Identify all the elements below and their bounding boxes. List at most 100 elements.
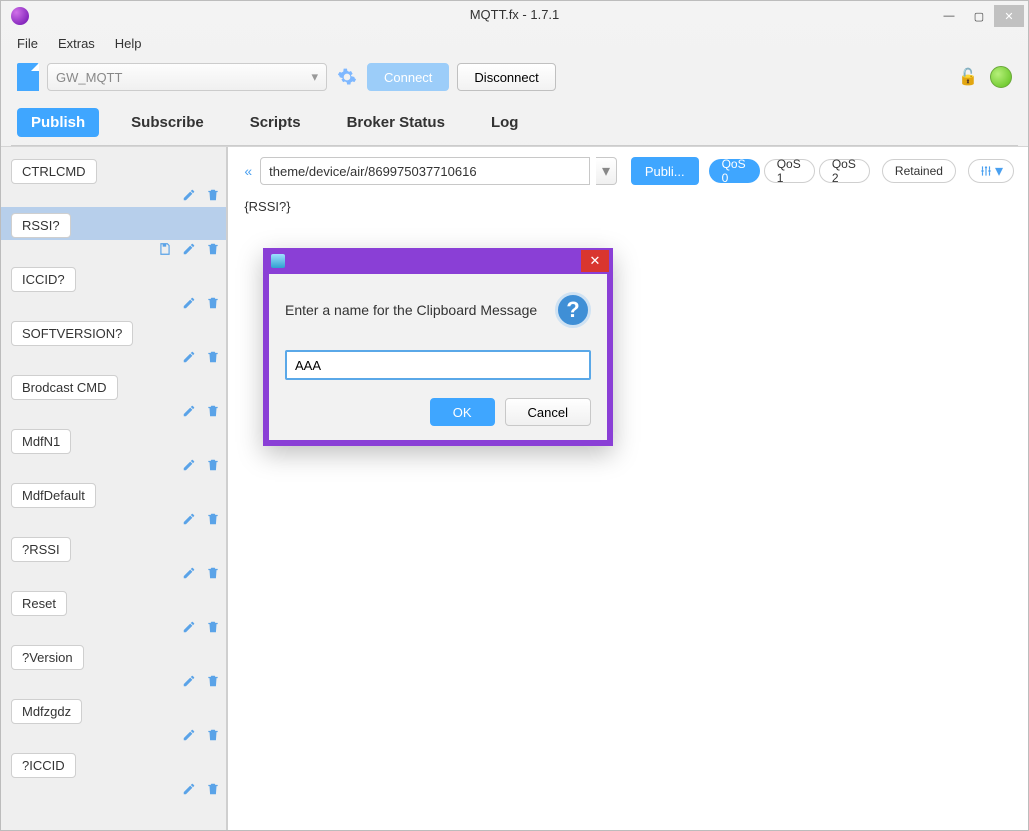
connect-button[interactable]: Connect (367, 63, 449, 91)
dialog-titlebar: ✕ (263, 248, 613, 274)
delete-icon[interactable] (206, 242, 220, 259)
delete-icon[interactable] (206, 620, 220, 637)
dialog-name-input[interactable] (285, 350, 591, 380)
topic-dropdown-icon[interactable]: ▾ (596, 157, 617, 185)
close-button[interactable]: ✕ (994, 5, 1024, 27)
save-icon[interactable] (158, 242, 172, 259)
saved-message-actions (1, 726, 226, 747)
profile-select[interactable]: GW_MQTT (47, 63, 327, 91)
delete-icon[interactable] (206, 458, 220, 475)
saved-message-item[interactable]: Brodcast CMD (1, 369, 226, 402)
tab-subscribe[interactable]: Subscribe (117, 108, 218, 137)
menu-help[interactable]: Help (115, 36, 142, 51)
edit-icon[interactable] (182, 674, 196, 691)
delete-icon[interactable] (206, 512, 220, 529)
saved-message-label: MdfDefault (11, 483, 96, 508)
lock-open-icon: 🔓 (958, 67, 978, 87)
window-title: MQTT.fx - 1.7.1 (1, 7, 1028, 22)
qos-1-pill[interactable]: QoS 1 (764, 159, 815, 183)
saved-message-label: ?Version (11, 645, 84, 670)
edit-icon[interactable] (182, 782, 196, 799)
edit-icon[interactable] (182, 512, 196, 529)
publish-button[interactable]: Publi... (631, 157, 699, 185)
maximize-button[interactable]: ▢ (964, 5, 994, 27)
saved-message-actions (1, 564, 226, 585)
saved-message-item[interactable]: ?ICCID (1, 747, 226, 780)
saved-message-label: MdfN1 (11, 429, 71, 454)
help-icon: ? (555, 292, 591, 328)
saved-message-actions (1, 510, 226, 531)
tab-log[interactable]: Log (477, 108, 533, 137)
collapse-sidebar-icon[interactable]: « (242, 163, 254, 179)
dialog-app-icon (271, 254, 285, 268)
qos-0-pill[interactable]: QoS 0 (709, 159, 760, 183)
saved-message-item[interactable]: Reset (1, 585, 226, 618)
tab-publish[interactable]: Publish (17, 108, 99, 137)
saved-message-actions (1, 240, 226, 261)
delete-icon[interactable] (206, 350, 220, 367)
saved-message-item[interactable]: MdfN1 (1, 423, 226, 456)
delete-icon[interactable] (206, 188, 220, 205)
saved-message-label: Mdfzgdz (11, 699, 82, 724)
qos-2-pill[interactable]: QoS 2 (819, 159, 870, 183)
saved-message-label: Reset (11, 591, 67, 616)
chevron-down-icon: ▾ (995, 161, 1003, 181)
edit-icon[interactable] (182, 350, 196, 367)
saved-message-actions (1, 456, 226, 477)
saved-message-actions (1, 348, 226, 369)
saved-message-label: Brodcast CMD (11, 375, 118, 400)
saved-message-item[interactable]: ICCID? (1, 261, 226, 294)
profile-file-icon[interactable] (17, 63, 39, 91)
saved-message-item[interactable]: MdfDefault (1, 477, 226, 510)
dialog-cancel-button[interactable]: Cancel (505, 398, 591, 426)
tab-scripts[interactable]: Scripts (236, 108, 315, 137)
menu-extras[interactable]: Extras (58, 36, 95, 51)
delete-icon[interactable] (206, 296, 220, 313)
disconnect-button[interactable]: Disconnect (457, 63, 555, 91)
dialog-close-button[interactable]: ✕ (581, 250, 609, 272)
main-tabs: Publish Subscribe Scripts Broker Status … (1, 99, 1028, 145)
edit-icon[interactable] (182, 404, 196, 421)
edit-icon[interactable] (182, 296, 196, 313)
saved-message-label: ICCID? (11, 267, 76, 292)
menu-file[interactable]: File (17, 36, 38, 51)
minimize-button[interactable]: — (934, 5, 964, 27)
connection-bar: GW_MQTT Connect Disconnect 🔓 (1, 55, 1028, 99)
saved-message-label: SOFTVERSION? (11, 321, 133, 346)
edit-icon[interactable] (182, 620, 196, 637)
titlebar: MQTT.fx - 1.7.1 — ▢ ✕ (1, 1, 1028, 31)
profile-value: GW_MQTT (56, 70, 122, 85)
dialog-ok-button[interactable]: OK (430, 398, 495, 426)
edit-icon[interactable] (182, 566, 196, 583)
delete-icon[interactable] (206, 782, 220, 799)
connection-status-indicator (990, 66, 1012, 88)
dialog-message: Enter a name for the Clipboard Message (285, 302, 543, 318)
saved-message-actions (1, 186, 226, 207)
saved-message-item[interactable]: SOFTVERSION? (1, 315, 226, 348)
saved-message-label: RSSI? (11, 213, 71, 238)
edit-icon[interactable] (182, 242, 196, 259)
publish-settings-button[interactable]: ▾ (968, 159, 1014, 183)
saved-message-item[interactable]: RSSI? (1, 207, 226, 240)
retained-pill[interactable]: Retained (882, 159, 956, 183)
delete-icon[interactable] (206, 404, 220, 421)
app-window: MQTT.fx - 1.7.1 — ▢ ✕ File Extras Help G… (0, 0, 1029, 831)
publish-toolbar: « ▾ Publi... QoS 0 QoS 1 QoS 2 Retained … (242, 157, 1014, 185)
saved-message-item[interactable]: CTRLCMD (1, 153, 226, 186)
delete-icon[interactable] (206, 566, 220, 583)
delete-icon[interactable] (206, 728, 220, 745)
delete-icon[interactable] (206, 674, 220, 691)
saved-message-label: ?RSSI (11, 537, 71, 562)
edit-icon[interactable] (182, 188, 196, 205)
saved-message-item[interactable]: Mdfzgdz (1, 693, 226, 726)
saved-message-item[interactable]: ?Version (1, 639, 226, 672)
topic-input[interactable] (260, 157, 590, 185)
edit-icon[interactable] (182, 458, 196, 475)
saved-message-actions (1, 780, 226, 801)
payload-text[interactable]: {RSSI?} (242, 195, 1014, 218)
tab-broker-status[interactable]: Broker Status (333, 108, 459, 137)
saved-message-label: CTRLCMD (11, 159, 97, 184)
saved-message-item[interactable]: ?RSSI (1, 531, 226, 564)
edit-icon[interactable] (182, 728, 196, 745)
settings-gear-icon[interactable] (335, 65, 359, 89)
